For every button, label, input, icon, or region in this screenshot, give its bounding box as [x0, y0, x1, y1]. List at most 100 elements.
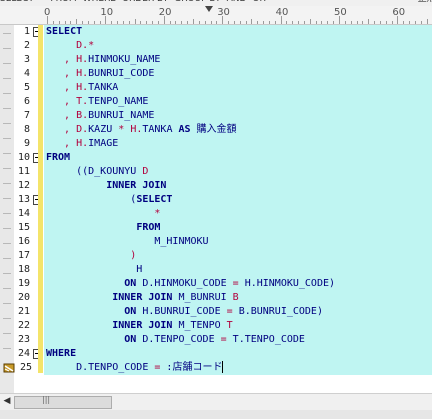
ruler-label: 40 — [275, 7, 289, 18]
scrollbar-thumb[interactable] — [14, 396, 112, 409]
ruler-tick — [58, 21, 60, 24]
sql-keyword: INNER JOIN — [112, 292, 179, 303]
identifier — [46, 180, 106, 191]
table-alias: H. — [76, 54, 89, 65]
ruler-tick — [257, 21, 259, 24]
ruler-tick — [368, 19, 370, 24]
ruler-tick — [344, 21, 346, 24]
status-bar — [0, 410, 432, 419]
line-number: 8 — [23, 124, 30, 135]
toolbar-item[interactable]: * — [40, 0, 45, 4]
code-line[interactable]: D.* — [46, 39, 94, 53]
ruler-tick — [426, 19, 428, 24]
left-panel-mark — [3, 63, 11, 64]
code-line[interactable]: , B.BUNRUI_NAME — [46, 109, 154, 123]
identifier: M_HINMOKU — [46, 236, 209, 247]
ruler-tick — [117, 21, 119, 24]
ruler-label: 60 — [392, 7, 406, 18]
code-line[interactable]: , T.TENPO_NAME — [46, 95, 148, 109]
code-line[interactable]: , H.IMAGE — [46, 137, 118, 151]
code-line[interactable]: * — [46, 207, 160, 221]
sql-keyword: INNER JOIN — [112, 320, 179, 331]
code-line[interactable]: FROM — [46, 221, 160, 235]
ruler-tick — [140, 21, 142, 24]
code-line[interactable]: SELECT — [46, 25, 82, 39]
sql-keyword: ON — [124, 306, 143, 317]
line-number: 12 — [17, 180, 30, 191]
ruler-label: 0 — [44, 7, 51, 18]
identifier: H.BUNRUI_CODE — [142, 306, 227, 317]
sql-editor-window: SELECT*FROMWHEREORDER BYGROUP BYANDOR整形 … — [0, 0, 432, 419]
code-line[interactable]: FROM — [46, 151, 70, 165]
code-line[interactable]: M_HINMOKU — [46, 235, 209, 249]
code-line[interactable]: (SELECT — [46, 193, 172, 207]
toolbar-item[interactable]: WHERE — [83, 0, 116, 4]
left-panel-mark — [3, 153, 11, 154]
toolbar-item[interactable]: SELECT — [0, 0, 34, 4]
toolbar-item[interactable]: 整形 — [418, 0, 432, 4]
left-panel-mark — [3, 258, 11, 259]
line-number: 17 — [17, 250, 30, 261]
table-alias: T. — [76, 96, 89, 107]
identifier: IMAGE — [88, 138, 119, 149]
code-line[interactable]: ON D.TENPO_CODE = T.TENPO_CODE — [46, 333, 305, 347]
identifier: D.TENPO_CODE — [142, 334, 221, 345]
toolbar-item[interactable]: GROUP BY — [174, 0, 220, 4]
left-panel-mark — [3, 78, 11, 79]
scroll-left-arrow-icon[interactable]: ◀ — [2, 396, 12, 407]
ruler-tick — [111, 21, 113, 24]
ruler-tick — [374, 21, 376, 24]
ruler-caret-icon — [205, 6, 213, 12]
identifier: HINMOKU_NAME — [88, 54, 161, 65]
ruler-tick — [391, 21, 393, 24]
ruler-tick — [181, 21, 183, 24]
modified-lines-bar — [38, 25, 43, 373]
code-editor[interactable]: SELECT D.* , H.HINMOKU_NAME , H.BUNRUI_C… — [44, 25, 432, 393]
editor-empty-area[interactable] — [44, 375, 432, 393]
ruler-tick — [175, 21, 177, 24]
left-panel-mark — [3, 33, 11, 34]
code-line[interactable]: INNER JOIN M_TENPO T — [46, 319, 232, 333]
code-line[interactable]: INNER JOIN — [46, 179, 166, 193]
code-line[interactable]: D.TENPO_CODE = :店舗コード — [46, 361, 224, 375]
code-line[interactable]: , D.KAZU * H.TANKA AS 購入金額 — [46, 123, 237, 137]
identifier — [46, 306, 124, 317]
code-line[interactable]: WHERE — [46, 347, 76, 361]
code-line[interactable]: , H.HINMOKU_NAME — [46, 53, 160, 67]
ruler-tick — [64, 21, 66, 24]
code-line[interactable]: INNER JOIN M_BUNRUI B — [46, 291, 238, 305]
toolbar-item[interactable]: FROM — [50, 0, 76, 4]
ruler-tick — [286, 21, 288, 24]
line-number: 13 — [17, 194, 30, 205]
code-line[interactable]: ON D.HINMOKU_CODE = H.HINMOKU_CODE) — [46, 277, 335, 291]
code-line[interactable]: ((D_KOUNYU D — [46, 165, 148, 179]
operator: , — [46, 54, 77, 65]
code-line[interactable]: ) — [46, 249, 136, 263]
line-number: 7 — [23, 110, 30, 121]
ruler-tick — [414, 21, 416, 24]
ruler-tick — [216, 21, 218, 24]
toolbar-item[interactable]: ORDER BY — [122, 0, 168, 4]
code-line[interactable]: , H.BUNRUI_CODE — [46, 67, 154, 81]
ruler-tick — [169, 21, 171, 24]
operator: , — [46, 82, 77, 93]
code-line[interactable]: , H.TANKA — [46, 81, 118, 95]
code-line[interactable]: H — [46, 263, 142, 277]
ruler-tick — [251, 19, 253, 24]
horizontal-scrollbar[interactable]: ◀ ||| — [0, 393, 432, 410]
left-panel-mark — [3, 273, 11, 274]
bookmark-icon[interactable] — [3, 362, 15, 374]
ruler-tick — [228, 21, 230, 24]
line-number: 10 — [17, 152, 30, 163]
line-number: 24 — [17, 348, 30, 359]
code-line[interactable]: ON H.BUNRUI_CODE = B.BUNRUI_CODE) — [46, 305, 323, 319]
sql-keyword: ON — [124, 334, 143, 345]
ruler-tick — [292, 21, 294, 24]
toolbar-item[interactable]: AND — [227, 0, 247, 4]
toolbar-item[interactable]: OR — [252, 0, 265, 4]
left-panel-mark — [3, 318, 11, 319]
identifier: TANKA — [142, 124, 179, 135]
line-number: 3 — [23, 54, 30, 65]
left-panel-mark — [3, 123, 11, 124]
ruler-tick — [87, 21, 89, 24]
